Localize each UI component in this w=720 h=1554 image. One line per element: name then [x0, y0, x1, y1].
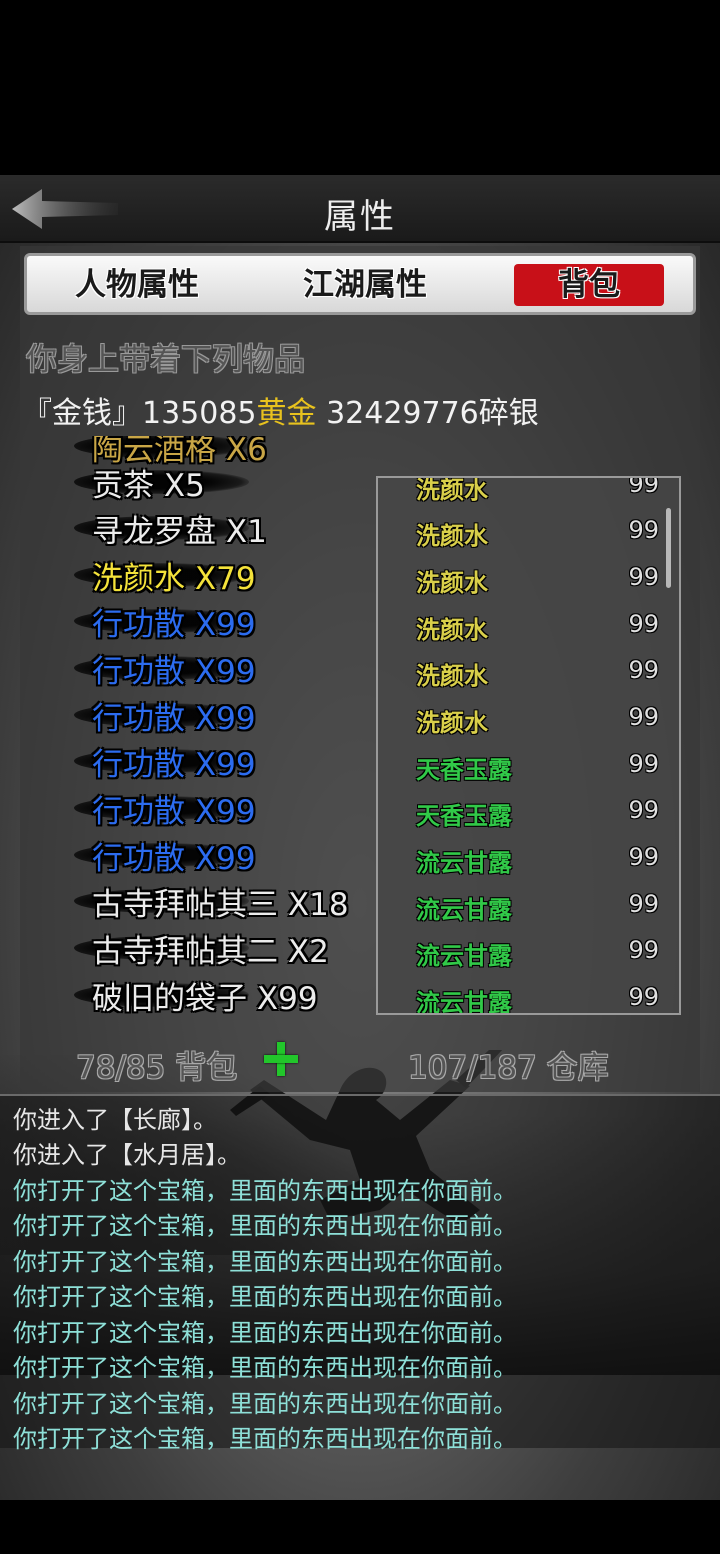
message-log: 你进入了【长廊】。 你进入了【水月居】。 你打开了这个宝箱，里面的东西出现在你面… — [0, 1094, 720, 1453]
warehouse-item-count: 99 — [628, 476, 659, 498]
inventory-subtitle: 你身上带着下列物品 — [26, 342, 305, 378]
warehouse-item-name: 洗颜水 — [416, 476, 488, 504]
warehouse-item-count: 99 — [628, 936, 659, 964]
log-line: 你打开了这个宝箱，里面的东西出现在你面前。 — [13, 1212, 517, 1240]
warehouse-button[interactable]: 107/187 仓库 — [408, 1042, 609, 1087]
warehouse-item[interactable]: 天香玉露 99 — [378, 788, 679, 834]
expand-bag-plus-icon[interactable] — [262, 1040, 300, 1078]
log-line: 你进入了【长廊】。 — [13, 1106, 217, 1134]
warehouse-item-name: 流云甘露 — [416, 942, 512, 970]
warehouse-item[interactable]: 流云甘露 99 — [378, 975, 679, 1015]
warehouse-item-name: 天香玉露 — [416, 756, 512, 784]
inventory-item-label: 行功散 X99 — [92, 794, 256, 830]
log-line: 你打开了这个宝箱，里面的东西出现在你面前。 — [13, 1177, 517, 1205]
inventory-item[interactable]: 破旧的袋子 X99 — [70, 971, 370, 1016]
warehouse-item[interactable]: 洗颜水 99 — [378, 648, 679, 694]
warehouse-item-name: 洗颜水 — [416, 522, 488, 550]
inventory-item-label: 行功散 X99 — [92, 747, 256, 783]
warehouse-item[interactable]: 洗颜水 99 — [378, 476, 679, 508]
warehouse-item-count: 99 — [628, 983, 659, 1011]
gold-unit: 黄金 — [256, 396, 317, 431]
log-line: 你打开了这个宝箱，里面的东西出现在你面前。 — [13, 1248, 517, 1276]
warehouse-item-count: 99 — [628, 890, 659, 918]
tab-bar: 人物属性 江湖属性 背包 — [24, 253, 696, 315]
warehouse-item-count: 99 — [628, 796, 659, 824]
warehouse-item[interactable]: 洗颜水 99 — [378, 602, 679, 648]
inventory-item[interactable]: 洗颜水 X79 — [70, 551, 370, 597]
warehouse-item[interactable]: 流云甘露 99 — [378, 928, 679, 974]
warehouse-item-name: 洗颜水 — [416, 709, 488, 737]
warehouse-item-name: 洗颜水 — [416, 616, 488, 644]
inventory-item-label: 行功散 X99 — [92, 701, 256, 737]
inventory-item-label: 洗颜水 X79 — [92, 561, 256, 597]
warehouse-item[interactable]: 天香玉露 99 — [378, 742, 679, 788]
money-prefix: 『金钱』 — [22, 396, 142, 431]
warehouse-item-name: 流云甘露 — [416, 849, 512, 877]
warehouse-item-count: 99 — [628, 516, 659, 544]
log-line: 你打开了这个宝箱，里面的东西出现在你面前。 — [13, 1319, 517, 1347]
warehouse-item-count: 99 — [628, 656, 659, 684]
inventory-item[interactable]: 古寺拜帖其二 X2 — [70, 924, 370, 970]
inventory-item[interactable]: 行功散 X99 — [70, 691, 370, 737]
inventory-item[interactable]: 寻龙罗盘 X1 — [70, 504, 370, 550]
warehouse-item-count: 99 — [628, 563, 659, 591]
inventory-item-label: 古寺拜帖其三 X18 — [92, 887, 349, 923]
warehouse-item-count: 99 — [628, 750, 659, 778]
warehouse-scrollbar[interactable] — [666, 508, 671, 588]
warehouse-item[interactable]: 流云甘露 99 — [378, 882, 679, 928]
gold-amount: 135085 — [142, 396, 257, 431]
top-bar: 属性 — [0, 175, 720, 243]
page-title: 属性 — [324, 197, 396, 237]
log-line: 你打开了这个宝箱，里面的东西出现在你面前。 — [13, 1283, 517, 1311]
log-line: 你打开了这个宝箱，里面的东西出现在你面前。 — [13, 1390, 517, 1418]
warehouse-item-name: 洗颜水 — [416, 569, 488, 597]
warehouse-item[interactable]: 洗颜水 99 — [378, 695, 679, 741]
log-line: 你进入了【水月居】。 — [13, 1141, 241, 1169]
silver-amount: 32429776碎银 — [316, 396, 539, 431]
log-line: 你打开了这个宝箱，里面的东西出现在你面前。 — [13, 1425, 517, 1453]
inventory-item[interactable]: 行功散 X99 — [70, 644, 370, 690]
inventory-item-label: 行功散 X99 — [92, 841, 256, 877]
warehouse-item-count: 99 — [628, 610, 659, 638]
warehouse-item-name: 洗颜水 — [416, 662, 488, 690]
inventory-item-label: 行功散 X99 — [92, 607, 256, 643]
inventory-item[interactable]: 行功散 X99 — [70, 597, 370, 643]
warehouse-item-count: 99 — [628, 843, 659, 871]
warehouse-item-name: 天香玉露 — [416, 802, 512, 830]
inventory-item[interactable]: 行功散 X99 — [70, 831, 370, 877]
bag-capacity: 78/85 背包 — [76, 1050, 238, 1086]
tab-jianghu-attributes[interactable]: 江湖属性 — [295, 264, 435, 306]
game-screen: 属性 人物属性 江湖属性 背包 你身上带着下列物品 『金钱』135085黄金 3… — [0, 0, 720, 1554]
warehouse-item[interactable]: 洗颜水 99 — [378, 508, 679, 554]
tab-character-attributes[interactable]: 人物属性 — [67, 264, 207, 306]
inventory-list[interactable]: 陶云酒格 X6 贡茶 X5 寻龙罗盘 X1 洗颜水 X79 行功散 X99 行功… — [70, 436, 380, 1016]
log-line: 你打开了这个宝箱，里面的东西出现在你面前。 — [13, 1354, 517, 1382]
inventory-item-label: 贡茶 X5 — [92, 468, 205, 504]
inventory-item-label: 寻龙罗盘 X1 — [92, 514, 267, 550]
warehouse-item[interactable]: 洗颜水 99 — [378, 555, 679, 601]
warehouse-item-name: 流云甘露 — [416, 989, 512, 1015]
inventory-item-label: 破旧的袋子 X99 — [92, 981, 318, 1016]
inventory-item[interactable]: 行功散 X99 — [70, 737, 370, 783]
warehouse-list[interactable]: 洗颜水 99 洗颜水 99 洗颜水 99 洗颜水 99 洗颜水 99 洗颜水 99 天香玉露… — [376, 476, 681, 1015]
warehouse-item-count: 99 — [628, 703, 659, 731]
warehouse-item-name: 流云甘露 — [416, 896, 512, 924]
inventory-item[interactable]: 古寺拜帖其三 X18 — [70, 877, 370, 923]
inventory-item-label: 古寺拜帖其二 X2 — [92, 934, 329, 970]
inventory-item-label: 行功散 X99 — [92, 654, 256, 690]
tab-backpack[interactable]: 背包 — [514, 264, 664, 306]
warehouse-item[interactable]: 流云甘露 99 — [378, 835, 679, 881]
inventory-item[interactable]: 贡茶 X5 — [70, 458, 370, 504]
money-line: 『金钱』135085黄金 32429776碎银 — [22, 388, 539, 432]
inventory-item[interactable]: 行功散 X99 — [70, 784, 370, 830]
